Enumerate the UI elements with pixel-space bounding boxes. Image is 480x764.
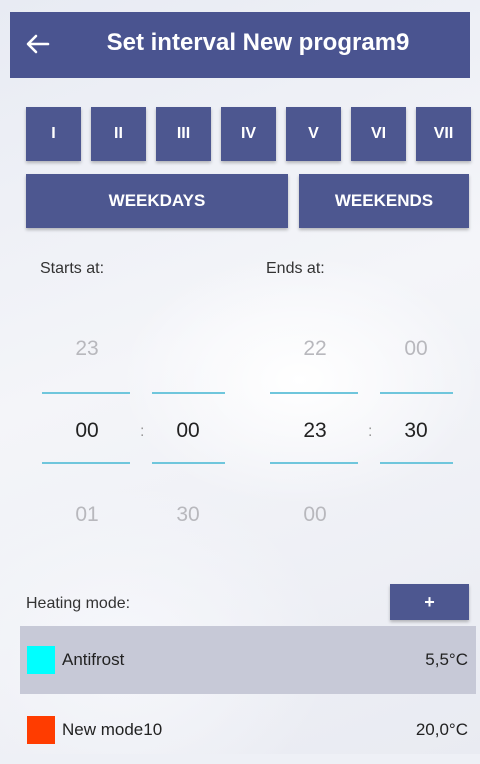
ends-at-label: Ends at: bbox=[266, 260, 325, 277]
day-button-5[interactable]: V bbox=[286, 107, 341, 161]
picker-divider bbox=[42, 392, 130, 394]
starts-at-label: Starts at: bbox=[40, 260, 105, 277]
top-app-bar: Set interval New program9 bbox=[10, 12, 470, 78]
end-hour-next[interactable]: 00 bbox=[270, 503, 360, 527]
picker-divider bbox=[270, 392, 358, 394]
start-hour-next[interactable]: 01 bbox=[42, 503, 132, 527]
mode-color-swatch bbox=[27, 646, 55, 674]
end-hour-value[interactable]: 23 bbox=[270, 419, 360, 443]
weekdays-button[interactable]: WEEKDAYS bbox=[26, 174, 288, 228]
start-minute-value[interactable]: 00 bbox=[143, 419, 233, 443]
day-button-4[interactable]: IV bbox=[221, 107, 276, 161]
add-mode-button[interactable]: + bbox=[390, 584, 469, 620]
mode-color-swatch bbox=[27, 716, 55, 744]
picker-divider bbox=[42, 462, 130, 464]
picker-divider bbox=[380, 392, 453, 394]
day-button-3[interactable]: III bbox=[156, 107, 211, 161]
heating-mode-label: Heating mode: bbox=[26, 595, 131, 612]
day-button-2[interactable]: II bbox=[91, 107, 146, 161]
mode-temperature: 5,5°C bbox=[425, 650, 468, 669]
end-minute-value[interactable]: 30 bbox=[371, 419, 461, 443]
start-hour-prev[interactable]: 23 bbox=[42, 337, 132, 361]
day-button-7[interactable]: VII bbox=[416, 107, 471, 161]
picker-divider bbox=[270, 462, 358, 464]
start-minute-next[interactable]: 30 bbox=[143, 503, 233, 527]
day-button-6[interactable]: VI bbox=[351, 107, 406, 161]
mode-name: Antifrost bbox=[62, 650, 125, 669]
picker-divider bbox=[152, 462, 225, 464]
picker-divider bbox=[152, 392, 225, 394]
start-hour-value[interactable]: 00 bbox=[42, 419, 132, 443]
end-minute-prev[interactable]: 00 bbox=[371, 337, 461, 361]
day-button-1[interactable]: I bbox=[26, 107, 81, 161]
mode-row-antifrost[interactable]: Antifrost 5,5°C bbox=[20, 626, 476, 694]
page-title: Set interval New program9 bbox=[106, 29, 410, 56]
picker-divider bbox=[380, 462, 453, 464]
end-hour-prev[interactable]: 22 bbox=[270, 337, 360, 361]
weekends-button[interactable]: WEEKENDS bbox=[299, 174, 469, 228]
